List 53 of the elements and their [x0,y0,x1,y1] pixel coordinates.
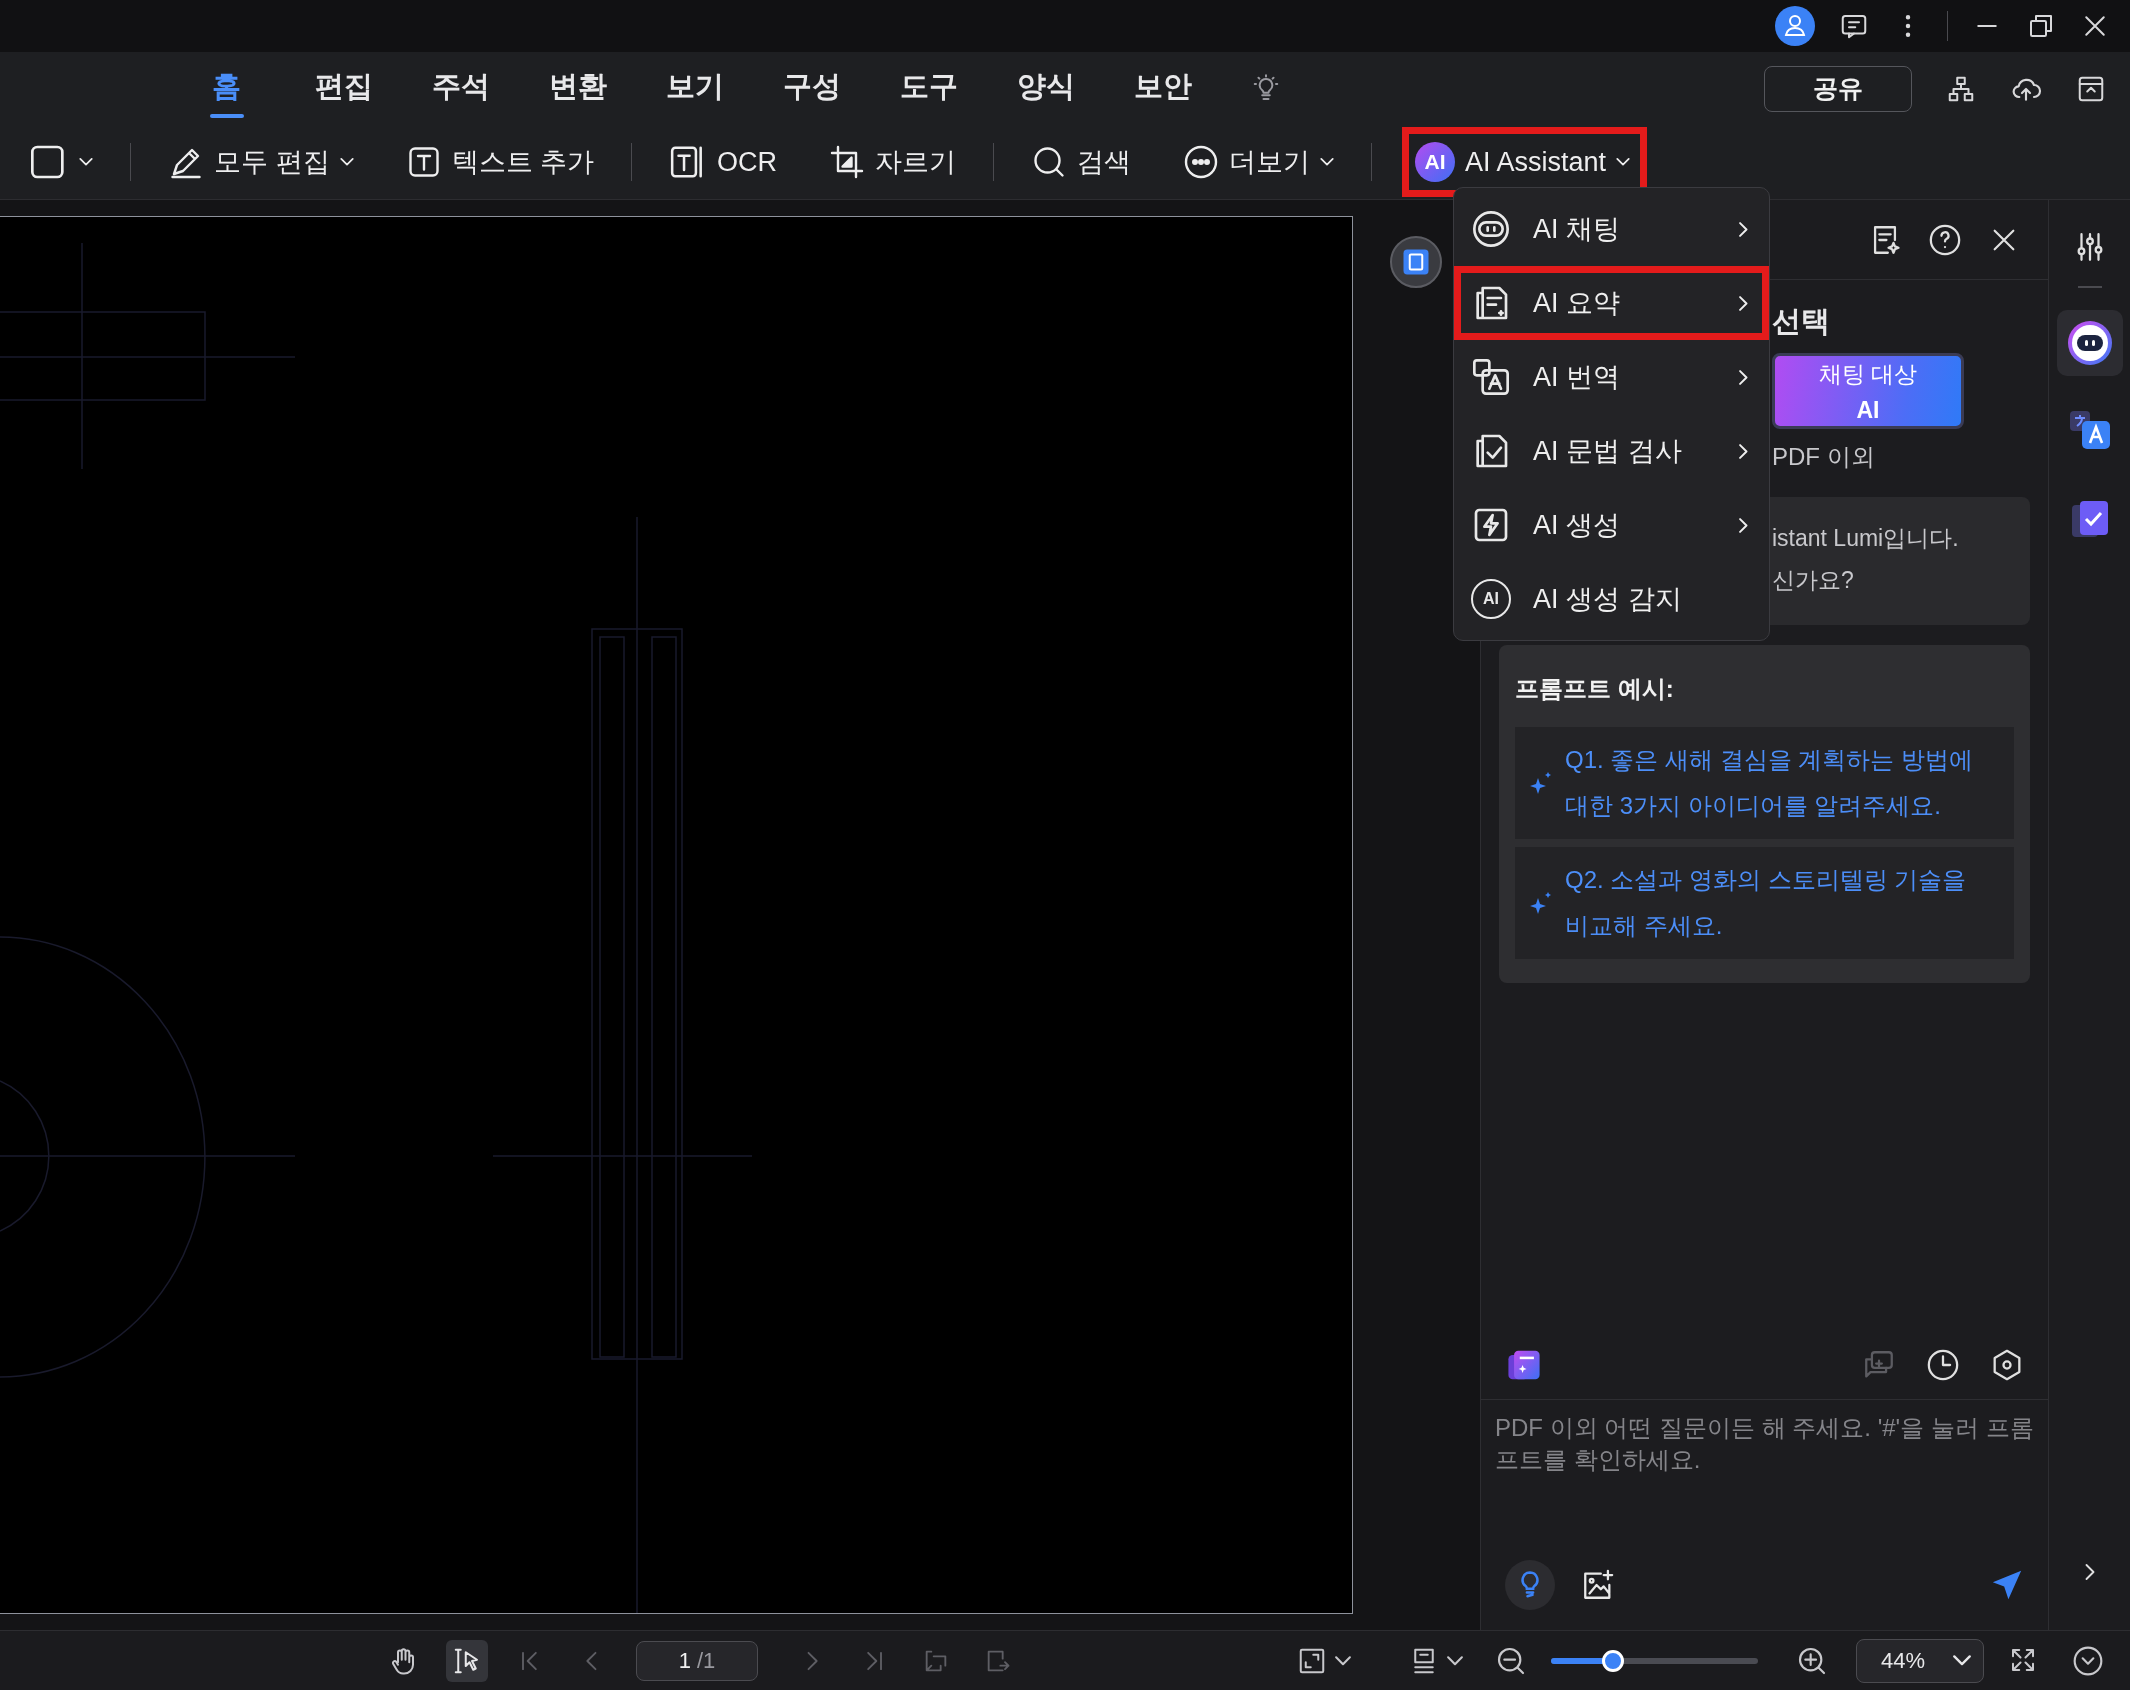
slider-thumb[interactable] [1602,1649,1625,1672]
section-heading: 선택 [1772,304,1831,339]
ribbon-tab[interactable]: 편집 [285,58,402,119]
ribbon-tab[interactable]: 홈 [168,58,285,119]
translate-icon [1471,357,1511,397]
side-tool-button[interactable] [2056,310,2123,376]
ribbon-tab[interactable]: 보기 [636,58,753,119]
ai-detect-icon: AI [1471,579,1511,619]
page-frame-icon [1401,247,1431,277]
history-icon[interactable] [1926,1347,1960,1382]
more-icon [1183,144,1220,180]
search-button[interactable]: 검색 [1024,134,1139,190]
share-button[interactable]: 공유 [1764,65,1912,112]
expand-circle-icon[interactable] [2072,1644,2104,1677]
edit-all-button[interactable]: 모두 편집 [161,134,361,190]
floating-tool-button[interactable] [1390,236,1442,288]
message-text: istant Lumi입니다. [1772,524,1959,551]
crop-icon [829,144,866,180]
menu-item[interactable]: AI AI 생성 감지 [1454,562,1769,636]
menu-item[interactable]: AI 번역 [1454,340,1769,414]
caret-icon [1335,1655,1351,1666]
menu-item[interactable]: AI 문법 검사 [1454,414,1769,488]
caret-icon [1447,1655,1463,1666]
ribbon-tab[interactable]: 변환 [519,58,636,119]
robot-icon [1471,209,1511,249]
page-number-field[interactable]: 1 /1 [636,1640,758,1681]
ribbon-tab[interactable]: 양식 [987,58,1104,119]
add-text-button[interactable]: 텍스트 추가 [398,134,602,190]
robot-face-icon [2065,319,2114,367]
menu-item[interactable]: AI 생성 [1454,488,1769,562]
user-avatar-icon[interactable] [1775,6,1815,46]
ai-logo-icon: AI [1415,142,1456,182]
menu-item[interactable]: AI 요약 [1454,266,1769,340]
prompt-example[interactable]: Q1. 좋은 새해 결심을 계획하는 방법에 대한 3가지 아이디어를 알려주세요. [1515,726,2014,839]
chat-target-button[interactable]: 채팅 대상 AI [1772,352,1964,429]
message-text: 신가요? [1772,566,1854,593]
help-icon[interactable] [1928,222,1962,257]
ribbon-tab[interactable]: 보안 [1104,58,1221,119]
ribbon-tab[interactable]: 도구 [870,58,987,119]
scope-label: PDF 이외 [1772,441,1876,472]
add-image-icon[interactable] [1581,1568,1615,1602]
caret-icon [1953,1655,1971,1666]
ribbon-tab[interactable]: 주석 [402,58,519,119]
ribbon-tab[interactable]: 구성 [753,58,870,119]
chat-input-field[interactable]: PDF 이외 어떤 질문이든 해 주세요. '#'을 눌러 프롬프트를 확인하세요. [1481,1400,2048,1540]
prompt-tips-button[interactable] [1505,1560,1555,1610]
more-button[interactable]: 더보기 [1176,134,1342,190]
select-tool-button[interactable] [446,1639,488,1682]
crop-button[interactable]: 자르기 [822,134,964,190]
zoom-level-select[interactable]: 44% [1856,1638,1984,1683]
prompt-example[interactable]: Q2. 소설과 영화의 스토리텔링 기술을 비교해 주세요. [1515,846,2014,959]
prompt-examples-title: 프롬프트 예시: [1515,673,1675,704]
ocr-button[interactable]: OCR [662,134,785,190]
